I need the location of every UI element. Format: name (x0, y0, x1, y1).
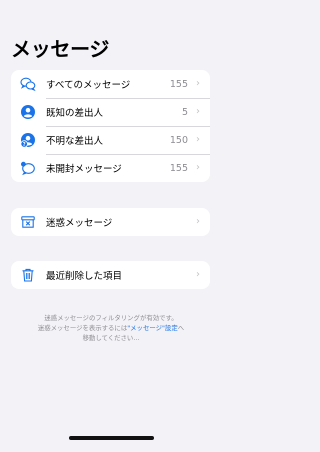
chevron-right-icon: › (196, 162, 200, 173)
junk-filter-note: 迷惑メッセージのフィルタリングが有効です。 迷惑メッセージを表示するには"メッセ… (16, 313, 206, 343)
mailbox-label: 未開封メッセージ (46, 164, 122, 175)
mailbox-list: すべてのメッセージ 155 › 既知の差出人 5 › ? 不明な差出人 150 (11, 70, 210, 182)
mailbox-count: 150 (169, 134, 188, 146)
page-title: メッセージ (11, 37, 110, 61)
mailbox-recently-deleted[interactable]: 最近削除した項目 › (11, 261, 210, 289)
mailbox-all-messages[interactable]: すべてのメッセージ 155 › (11, 70, 210, 98)
mailbox-label: 既知の差出人 (46, 108, 104, 119)
chevron-right-icon: › (196, 216, 200, 227)
mailbox-label: 不明な差出人 (46, 136, 104, 147)
home-indicator[interactable] (69, 436, 154, 440)
mailbox-junk[interactable]: 迷惑メッセージ › (11, 208, 210, 236)
all-messages-icon (20, 76, 36, 92)
chevron-right-icon: › (196, 78, 200, 89)
messages-settings-link[interactable]: "メッセージ"設定 (127, 324, 178, 332)
junk-icon (20, 214, 36, 230)
chevron-right-icon: › (196, 106, 200, 117)
note-text: へ (177, 324, 185, 332)
note-text: 迷惑メッセージを表示するには (37, 324, 128, 332)
chevron-right-icon: › (196, 269, 200, 280)
svg-text:?: ? (23, 142, 26, 148)
chevron-right-icon: › (196, 134, 200, 145)
unread-messages-icon (20, 160, 36, 176)
mailbox-label: 最近削除した項目 (46, 271, 123, 282)
known-senders-icon (20, 104, 36, 120)
mailbox-unknown-senders[interactable]: ? 不明な差出人 150 › (11, 126, 210, 154)
trash-icon (20, 267, 36, 283)
note-line: 迷惑メッセージのフィルタリングが有効です。 (44, 314, 178, 322)
mailbox-count: 155 (169, 162, 188, 174)
mailbox-label: 迷惑メッセージ (46, 218, 113, 229)
note-line: 迷惑メッセージを表示するには"メッセージ"設定へ (16, 323, 206, 333)
mailbox-label: すべてのメッセージ (46, 80, 131, 91)
junk-group: 迷惑メッセージ › (11, 208, 210, 236)
deleted-group: 最近削除した項目 › (11, 261, 210, 289)
mailbox-count: 5 (181, 106, 188, 118)
mailbox-known-senders[interactable]: 既知の差出人 5 › (11, 98, 210, 126)
mailbox-count: 155 (169, 78, 188, 90)
mailbox-unread-messages[interactable]: 未開封メッセージ 155 › (11, 154, 210, 182)
note-line: 移動してください... (82, 334, 140, 342)
unknown-senders-icon: ? (20, 132, 36, 148)
